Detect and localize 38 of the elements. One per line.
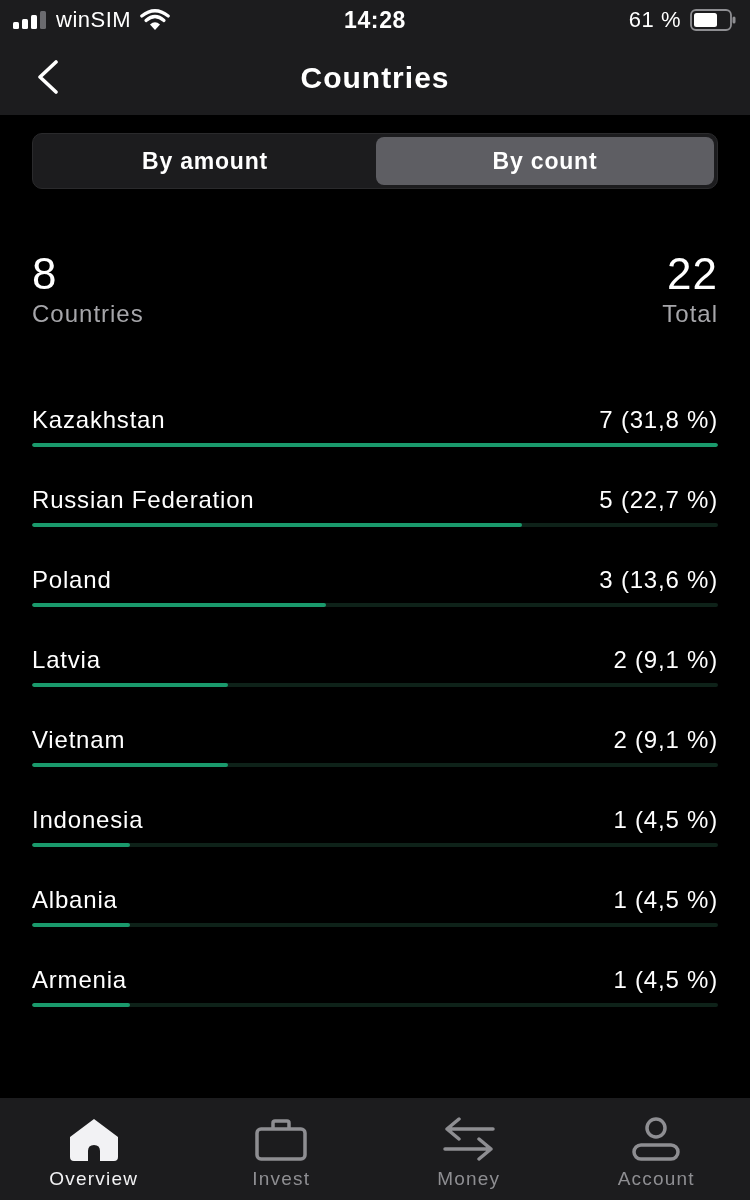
country-count: 1 (4,5 %) — [613, 806, 718, 834]
tab-bar-item[interactable]: Money — [375, 1106, 563, 1192]
country-name: Albania — [32, 886, 118, 914]
country-count: 7 (31,8 %) — [599, 406, 718, 434]
country-count: 2 (9,1 %) — [613, 726, 718, 754]
page-title: Countries — [300, 60, 450, 95]
tab-bar-item[interactable]: Account — [562, 1106, 750, 1192]
country-count: 3 (13,6 %) — [599, 566, 718, 594]
country-name: Latvia — [32, 646, 101, 674]
country-name: Indonesia — [32, 806, 144, 834]
home-icon — [67, 1117, 120, 1161]
country-count: 1 (4,5 %) — [613, 886, 718, 914]
country-count: 5 (22,7 %) — [599, 486, 718, 514]
signal-icon — [13, 11, 47, 29]
wifi-icon — [140, 9, 171, 31]
summary-value: 8 — [32, 251, 58, 297]
country-count: 1 (4,5 %) — [613, 966, 718, 994]
summary-label: Countries — [32, 299, 144, 329]
briefcase-icon — [255, 1117, 308, 1161]
segment-tab[interactable]: By amount — [36, 137, 374, 185]
segment-tab[interactable]: By count — [376, 137, 714, 185]
country-name: Vietnam — [32, 726, 126, 754]
person-icon — [630, 1117, 683, 1161]
carrier-name: winSIM — [56, 7, 132, 33]
country-name: Kazakhstan — [32, 406, 166, 434]
battery-icon — [690, 9, 736, 31]
country-count: 2 (9,1 %) — [613, 646, 718, 674]
battery-percentage: 61 % — [628, 7, 681, 33]
summary-value: 22 — [667, 251, 718, 297]
summary-label: Total — [662, 299, 718, 329]
country-name: Poland — [32, 566, 112, 594]
tab-bar-item[interactable]: Overview — [0, 1106, 188, 1192]
country-name: Russian Federation — [32, 486, 255, 514]
country-name: Armenia — [32, 966, 127, 994]
back-icon[interactable] — [36, 60, 60, 94]
arrows-icon — [442, 1117, 495, 1161]
status-time: 14:28 — [344, 6, 406, 34]
tab-bar-item[interactable]: Invest — [187, 1106, 375, 1192]
